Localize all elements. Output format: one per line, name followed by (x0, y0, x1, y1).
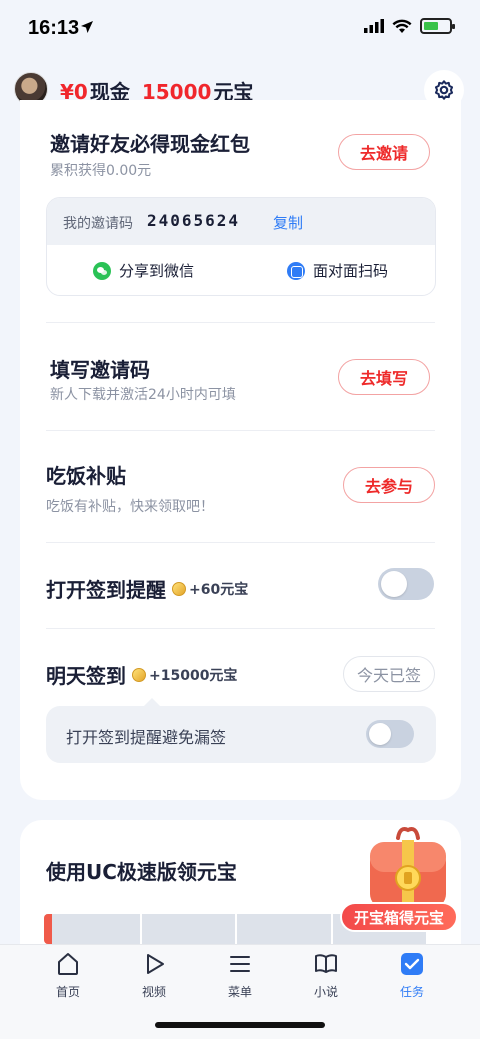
tab-menu-label: 菜单 (227, 985, 252, 999)
tomorrow-checkin-reward: +15000元宝 (149, 667, 238, 684)
home-indicator (155, 1022, 325, 1028)
fill-code-title: 填写邀请码 (50, 358, 150, 382)
share-wechat-button[interactable]: 分享到微信 (93, 260, 194, 281)
divider (46, 322, 435, 323)
checkin-reminder-reward: +60元宝 (189, 581, 249, 598)
wechat-icon (93, 261, 111, 280)
meal-button[interactable]: 去参与 (343, 467, 435, 503)
share-options: 分享到微信 面对面扫码 (47, 245, 435, 295)
missed-checkin-reminder-toggle[interactable] (366, 720, 414, 748)
invite-code-label: 我的邀请码 (63, 216, 133, 232)
cellular-signal-icon (364, 19, 384, 33)
status-bar: 16:13 (0, 0, 480, 60)
treasure-chest-icon[interactable] (360, 822, 456, 914)
divider (46, 628, 435, 629)
location-arrow-icon (81, 21, 93, 33)
tab-menu[interactable]: 菜单 (192, 951, 288, 1007)
checkin-reminder-reward-wrap: +60元宝 (172, 579, 248, 599)
yuanbao-coin-icon (172, 581, 186, 596)
qr-scan-icon (287, 261, 305, 280)
tomorrow-checkin-row: 明天签到 +15000元宝 (46, 660, 237, 689)
tab-task[interactable]: 任务 (364, 951, 460, 1007)
book-icon (315, 954, 337, 973)
status-time: 16:13 (28, 17, 80, 39)
missed-checkin-reminder-text: 打开签到提醒避免漏签 (66, 728, 227, 747)
tab-home[interactable]: 首页 (20, 951, 116, 1007)
tasks-card: 邀请好友必得现金红包 累积获得0.00元 去邀请 我的邀请码 24065624 … (20, 100, 461, 800)
tomorrow-checkin-title: 明天签到 (46, 664, 126, 688)
menu-icon (230, 956, 250, 972)
wifi-icon (392, 19, 412, 33)
tab-video[interactable]: 视频 (106, 951, 202, 1007)
checkin-reminder-title: 打开签到提醒 (46, 578, 166, 602)
gear-icon (434, 80, 454, 100)
signed-today-badge: 今天已签 (343, 656, 435, 692)
fill-code-subtitle: 新人下载并激活24小时内可填 (50, 387, 236, 403)
status-icons (364, 18, 455, 34)
meal-title: 吃饭补贴 (46, 464, 126, 488)
invite-title: 邀请好友必得现金红包 (50, 132, 250, 156)
tomorrow-reward-wrap: +15000元宝 (132, 665, 237, 685)
invite-code-box: 我的邀请码 24065624 复制 分享到微信 面对面扫码 (46, 197, 436, 296)
fill-code-button[interactable]: 去填写 (338, 359, 430, 395)
divider (46, 430, 435, 431)
battery-icon (420, 18, 455, 34)
tab-novel-label: 小说 (313, 985, 338, 999)
uc-card-title: 使用UC极速版领元宝 (46, 860, 237, 884)
checkin-reminder-row: 打开签到提醒 +60元宝 (46, 574, 248, 603)
missed-checkin-reminder: 打开签到提醒避免漏签 (46, 698, 436, 763)
copy-code-button[interactable]: 复制 (273, 212, 303, 233)
divider (46, 542, 435, 543)
tab-task-label: 任务 (399, 985, 424, 999)
play-icon (147, 954, 164, 974)
share-wechat-label: 分享到微信 (119, 262, 195, 280)
face-scan-label: 面对面扫码 (313, 262, 389, 280)
checkin-reminder-toggle[interactable] (378, 568, 434, 600)
home-icon (58, 953, 78, 975)
invite-code-value: 24065624 (147, 211, 241, 230)
task-check-icon (401, 953, 423, 975)
invite-code-row: 我的邀请码 24065624 复制 (47, 198, 435, 245)
meal-subtitle: 吃饭有补贴，快来领取吧！ (46, 499, 214, 515)
invite-subtitle: 累积获得0.00元 (50, 163, 152, 179)
tab-home-label: 首页 (55, 985, 80, 999)
invite-button[interactable]: 去邀请 (338, 134, 430, 170)
yuanbao-coin-icon (132, 667, 146, 682)
tab-video-label: 视频 (141, 985, 166, 999)
tab-novel[interactable]: 小说 (278, 951, 374, 1007)
open-chest-label[interactable]: 开宝箱得元宝 (339, 902, 458, 932)
face-scan-button[interactable]: 面对面扫码 (287, 260, 388, 281)
